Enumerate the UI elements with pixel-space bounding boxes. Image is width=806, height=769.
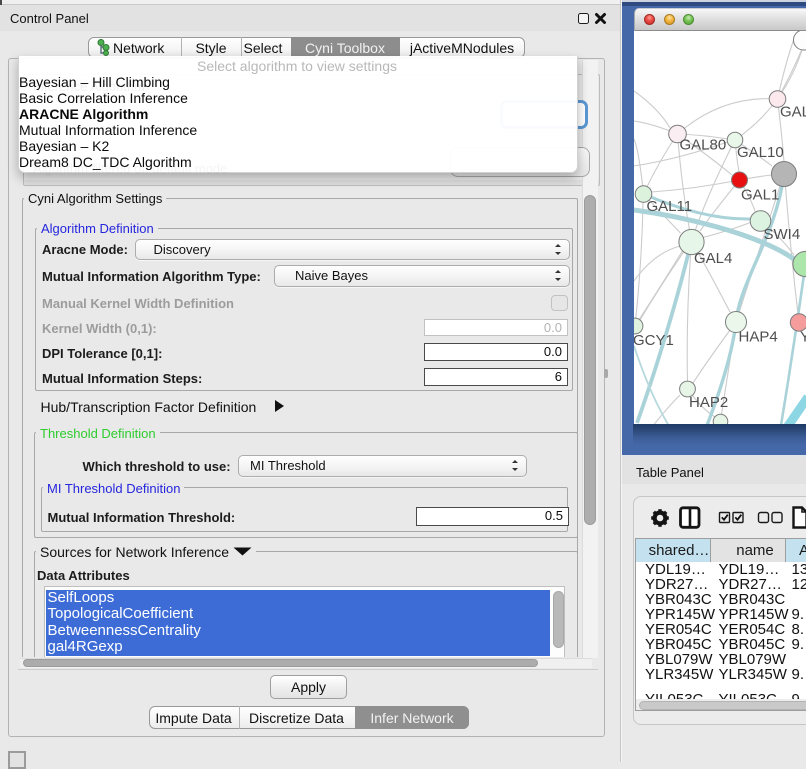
svg-text:GAL4: GAL4 xyxy=(694,250,732,267)
svg-text:HAP2: HAP2 xyxy=(689,394,728,411)
svg-text:GCY1: GCY1 xyxy=(634,332,674,349)
svg-text:GAL10: GAL10 xyxy=(737,144,784,161)
svg-text:GAL: GAL xyxy=(780,104,806,121)
svg-text:Y: Y xyxy=(800,329,806,346)
svg-text:HAP4: HAP4 xyxy=(738,329,777,346)
svg-text:GAL80: GAL80 xyxy=(679,137,726,154)
svg-text:GAL11: GAL11 xyxy=(646,198,692,215)
svg-text:GAL1: GAL1 xyxy=(741,187,779,204)
svg-text:SWI4: SWI4 xyxy=(763,226,800,243)
